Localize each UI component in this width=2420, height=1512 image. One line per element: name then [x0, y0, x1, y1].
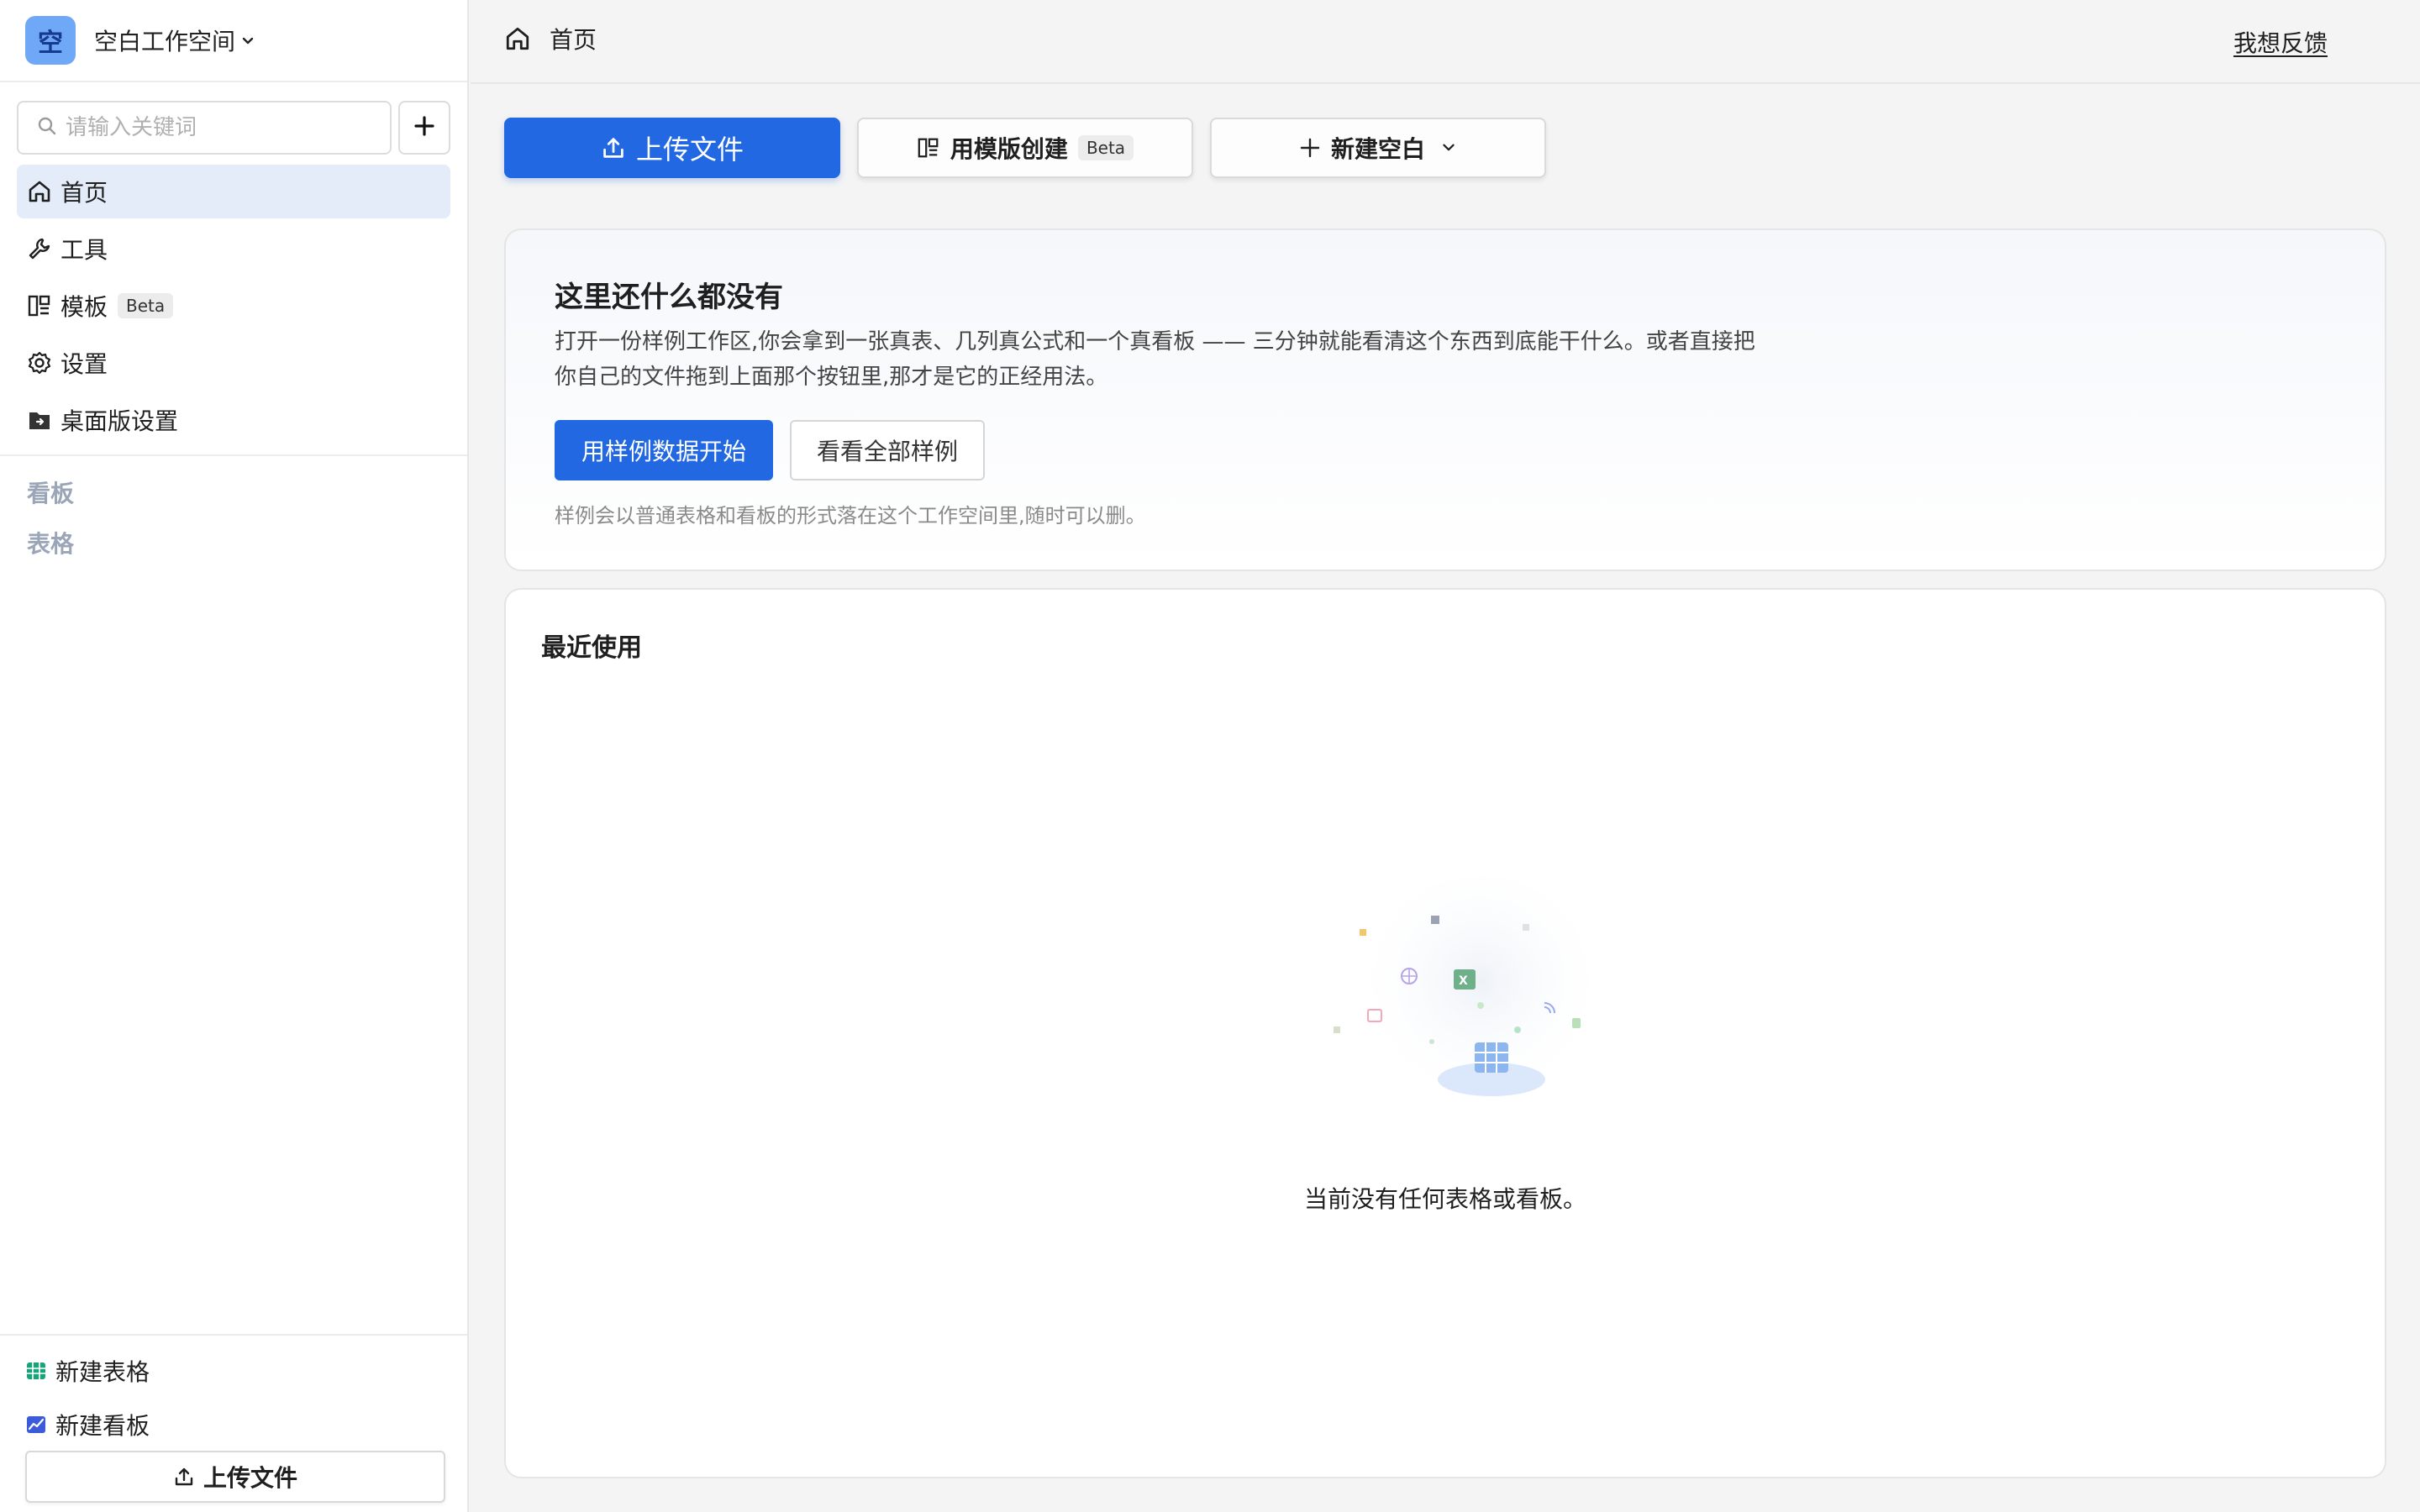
create-from-template-label: 用模版创建 [950, 135, 1068, 163]
search-icon [37, 116, 57, 139]
wrench-icon [25, 234, 54, 263]
home-icon [25, 177, 54, 206]
sidebar: 空 空白工作空间 首页 [0, 0, 469, 1512]
template-icon [25, 291, 54, 320]
recent-title: 最近使用 [541, 633, 642, 663]
feedback-link[interactable]: 我想反馈 [2233, 25, 2328, 59]
hero-title: 这里还什么都没有 [555, 281, 783, 314]
plus-icon [1299, 137, 1321, 159]
chevron-down-icon [1440, 139, 1457, 156]
sidebar-item-label: 首页 [60, 179, 108, 207]
section-label-boards[interactable]: 看板 [27, 475, 74, 509]
breadcrumb-label: 首页 [550, 26, 597, 54]
new-board-label: 新建看板 [55, 1412, 150, 1440]
workspace-switcher[interactable]: 空 空白工作空间 [0, 0, 467, 82]
upload-file-label: 上传文件 [635, 134, 744, 165]
sidebar-item-tools[interactable]: 工具 [17, 222, 450, 276]
breadcrumb: 首页 [504, 22, 597, 55]
sidebar-item-desktop-settings[interactable]: 桌面版设置 [17, 393, 450, 447]
plus-icon [413, 115, 435, 140]
sidebar-item-label: 工具 [60, 236, 108, 264]
sidebar-upload-label: 上传文件 [203, 1464, 297, 1492]
sidebar-upload-button[interactable]: 上传文件 [25, 1451, 445, 1503]
search-input[interactable] [66, 115, 368, 140]
add-button[interactable] [398, 101, 450, 155]
sidebar-nav: 首页 工具 模板 Beta 设置 桌面版设置 [17, 165, 450, 450]
empty-illustration: X [1304, 875, 1657, 1119]
sidebar-item-label: 设置 [60, 350, 108, 378]
chevron-down-icon [240, 27, 255, 55]
new-board-button[interactable]: 新建看板 [25, 1404, 150, 1445]
beta-badge: Beta [1077, 135, 1134, 160]
table-icon [25, 1360, 47, 1382]
gear-icon [25, 349, 54, 377]
upload-file-button[interactable]: 上传文件 [504, 118, 840, 178]
sidebar-item-label: 桌面版设置 [60, 407, 179, 435]
sidebar-bottom-divider [0, 1334, 467, 1336]
template-icon [917, 136, 940, 160]
upload-icon [173, 1466, 195, 1488]
workspace-avatar: 空 [25, 16, 76, 65]
hero-description: 打开一份样例工作区,你会拿到一张真表、几列真公式和一个真看板 —— 三分钟就能看… [555, 329, 1755, 390]
beta-badge: Beta [118, 293, 174, 318]
sidebar-item-label: 模板 [60, 293, 108, 321]
topbar: 首页 我想反馈 [471, 0, 2420, 84]
hero-note: 样例会以普通表格和看板的形式落在这个工作空间里,随时可以删。 [555, 504, 1146, 528]
chart-icon [25, 1414, 47, 1436]
svg-text:X: X [1459, 974, 1468, 988]
new-blank-button[interactable]: 新建空白 [1210, 118, 1546, 178]
upload-icon [601, 135, 626, 160]
sidebar-divider [0, 454, 467, 456]
desktop-folder-icon [25, 406, 54, 434]
section-label-tables[interactable]: 表格 [27, 526, 74, 559]
new-table-label: 新建表格 [55, 1358, 150, 1386]
empty-state-text: 当前没有任何表格或看板。 [1303, 1185, 1586, 1213]
getting-started-card: 这里还什么都没有 打开一份样例工作区,你会拿到一张真表、几列真公式和一个真看板 … [504, 228, 2386, 571]
new-blank-label: 新建空白 [1330, 135, 1425, 163]
workspace-name: 空白工作空间 [94, 28, 236, 55]
home-icon [504, 25, 531, 52]
new-table-button[interactable]: 新建表格 [25, 1351, 150, 1391]
create-from-template-button[interactable]: 用模版创建 Beta [857, 118, 1193, 178]
start-with-sample-button[interactable]: 用样例数据开始 [555, 420, 773, 480]
sidebar-item-home[interactable]: 首页 [17, 165, 450, 218]
sidebar-item-templates[interactable]: 模板 Beta [17, 279, 450, 333]
recent-card: 最近使用 X 当前没有任何表格或看板。 [504, 588, 2386, 1478]
view-all-samples-button[interactable]: 看看全部样例 [790, 420, 985, 480]
search-field[interactable] [17, 101, 392, 155]
sidebar-item-settings[interactable]: 设置 [17, 336, 450, 390]
